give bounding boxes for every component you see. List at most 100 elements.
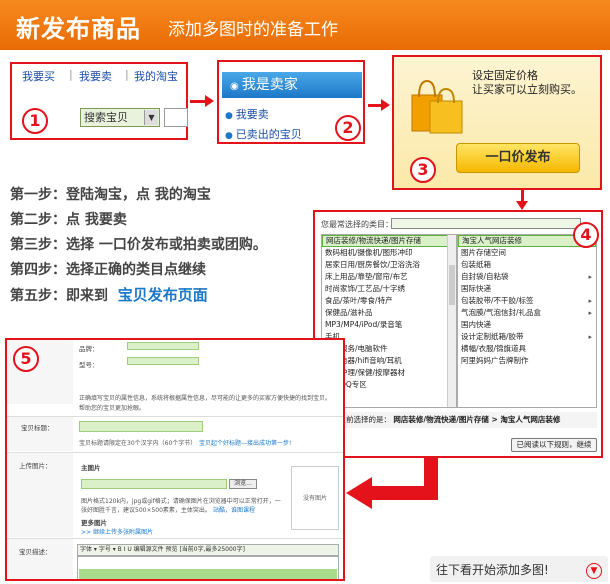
category-item-label: 包装胶带/不干胶/标签: [461, 296, 534, 305]
scrollbar-thumb[interactable]: [449, 265, 455, 305]
seller-header-label: 我是卖家: [241, 77, 298, 93]
category-item[interactable]: 居家日用/厨房餐饮/卫浴洗浴▸: [322, 259, 456, 271]
title-help-link[interactable]: 宝贝起个好标题—接出成功第一步!: [199, 438, 291, 447]
category-item-label: 国内快递: [461, 320, 491, 329]
category-item-label: 自封袋/自粘袋: [461, 272, 509, 281]
shopping-bag-icon: [411, 79, 463, 134]
category-item-label: 设计定制纸箱/胶带: [461, 332, 524, 341]
attribute-help: 正确填写宝贝的属性信息，系统将根据属性信息，尽可能的让更多的买家方便快捷的找到宝…: [79, 395, 332, 402]
continue-button[interactable]: 已阅读以下规则，继续: [511, 438, 597, 452]
fixed-price-publish-button[interactable]: 一口价发布: [456, 143, 580, 173]
category-item[interactable]: 图片存储空间: [458, 247, 596, 259]
seller-menu-box: ◉ 我是卖家 ● 我要卖 ● 已卖出的宝贝 2: [217, 60, 365, 144]
arrow-left-icon: [346, 477, 372, 509]
price-description: 设定固定价格 让买家可以立刻购买。: [472, 69, 582, 97]
step-5-text: 第五步：即来到: [10, 288, 108, 304]
arrow-right-icon: [205, 95, 214, 107]
seller-header[interactable]: ◉ 我是卖家: [222, 72, 362, 98]
bullet-icon: ●: [225, 111, 236, 121]
upload-label: 上传图片：: [19, 462, 52, 470]
main-image-label: 主图片: [81, 464, 101, 472]
title-input[interactable]: [79, 421, 203, 432]
category-item[interactable]: 国内快递: [458, 319, 596, 331]
category-item[interactable]: 阿里妈妈广告牌制作: [458, 355, 596, 367]
nav-link-sell[interactable]: 我要卖: [79, 68, 112, 84]
nav-link-my-taobao[interactable]: 我的淘宝: [134, 68, 178, 84]
category-list-secondary[interactable]: 淘宝人气网店装修 图片存储空间 包装纸箱 自封袋/自粘袋 ▸ 国际快递 包装胶带/不干胶/标…: [457, 234, 597, 408]
category-item[interactable]: 自封袋/自粘袋 ▸: [458, 271, 596, 283]
price-line1: 设定固定价格: [472, 69, 538, 82]
main-image-input[interactable]: [81, 479, 227, 489]
attribute-help-2: 帮助您的宝贝更加抢眼。: [79, 405, 146, 412]
category-prompt: 您最常选择的类目：: [321, 220, 393, 229]
chevron-down-icon[interactable]: ▼: [586, 563, 602, 579]
scrollbar[interactable]: [447, 235, 456, 407]
step-5: 第五步：即来到 宝贝发布页面: [10, 284, 208, 305]
category-item[interactable]: MP3/MP4/iPod/录音笔▸: [322, 319, 456, 331]
category-item[interactable]: 时尚家饰/工艺品/十字绣▸: [322, 283, 456, 295]
title-hint: 宝贝标题请限定在30个汉字内（60个字节）: [79, 440, 197, 447]
category-item[interactable]: 设计定制纸箱/胶带 ▸: [458, 331, 596, 343]
title-main: 新发布商品: [16, 15, 141, 43]
search-type-select[interactable]: 搜索宝贝 ▼: [80, 108, 160, 127]
category-item-label: 横幅/衣服/锦旗道具: [461, 344, 527, 353]
category-item[interactable]: 数码相机/摄像机/图形冲印▸: [322, 247, 456, 259]
category-item[interactable]: 包装胶带/不干胶/标签 ▸: [458, 295, 596, 307]
sub-link-label: 已卖出的宝贝: [235, 128, 302, 141]
category-item-label: 图片存储空间: [461, 248, 506, 257]
fixed-price-box: 设定固定价格 让买家可以立刻购买。 一口价发布 3: [392, 55, 602, 190]
upload-help-link[interactable]: 站酷，谁图课程: [213, 505, 255, 514]
category-item-label: 数码相机/摄像机/图形冲印: [325, 248, 413, 257]
step-badge-2: 2: [335, 115, 361, 141]
title-sub: 添加多图时的准备工作: [168, 20, 338, 40]
brand-select[interactable]: [127, 342, 199, 350]
chevron-right-icon: ▸: [588, 309, 592, 317]
more-images-label: 更多图片: [81, 519, 107, 527]
title-bar: 新发布商品 添加多图时的准备工作: [0, 0, 610, 50]
image-preview: 没有图片: [291, 466, 339, 530]
nav-separator: |: [125, 68, 129, 81]
chevron-right-icon: ▸: [588, 297, 592, 305]
search-input[interactable]: [164, 108, 188, 127]
publish-page-link[interactable]: 宝贝发布页面: [118, 286, 208, 304]
category-item-label: 食品/茶叶/零食/特产: [325, 296, 393, 305]
recent-category-select[interactable]: [391, 218, 581, 229]
category-item[interactable]: 食品/茶叶/零食/特产▸: [322, 295, 456, 307]
sub-link-sell[interactable]: ● 我要卖: [225, 106, 269, 122]
selected-path: 网店装修/物流快递/图片存储 > 淘宝人气网店装修: [393, 415, 561, 424]
editor-toolbar[interactable]: 字体 ▾ 字号 ▾ B I U 编辑源文件 预览 [当前0字,最多25000字]: [77, 544, 339, 556]
category-item[interactable]: 网店装修/物流快递/图片存储▸: [322, 235, 456, 247]
step-4: 第四步：选择正确的类目点继续: [10, 262, 206, 278]
category-item-label: 网店装修/物流快递/图片存储: [326, 236, 422, 245]
category-item-label: 保健品/滋补品: [325, 308, 373, 317]
category-item[interactable]: 保健品/滋补品▸: [322, 307, 456, 319]
category-item-label: 阿里妈妈广告牌制作: [461, 356, 529, 365]
upload-hint-2: 张好图胜千言，建议500×500素素，主体突出。: [81, 507, 211, 514]
more-images-link[interactable]: >> 继续上传多张附属图片: [81, 527, 153, 536]
taobao-nav-box: 我要买 | 我要卖 | 我的淘宝 搜索宝贝 ▼ 1: [10, 62, 188, 140]
arrow-right-icon: [381, 99, 390, 111]
step-badge-3: 3: [410, 157, 436, 183]
category-item-label: 时尚家饰/工艺品/十字绣: [325, 284, 406, 293]
browse-button[interactable]: 浏览...: [229, 479, 257, 489]
nav-link-buy[interactable]: 我要买: [22, 68, 55, 84]
sub-link-sold[interactable]: ● 已卖出的宝贝: [225, 126, 302, 142]
search-select-value: 搜索宝贝: [84, 111, 128, 124]
model-select[interactable]: [127, 357, 199, 365]
arrow-line: [190, 100, 206, 103]
brand-label: 品牌：: [79, 345, 99, 353]
step-3: 第三步：选择 一口价发布或拍卖或团购。: [10, 237, 267, 253]
category-item[interactable]: 横幅/衣服/锦旗道具: [458, 343, 596, 355]
arrow-line: [371, 486, 438, 500]
category-item[interactable]: 气泡膜/气泡信封/礼品盒 ▸: [458, 307, 596, 319]
editor-highlight: [79, 569, 337, 579]
model-label: 型号：: [79, 361, 99, 369]
selected-category-bar: 您当前选择的是： 网店装修/物流快递/图片存储 > 淘宝人气网店装修: [321, 412, 597, 428]
step-1: 第一步：登陆淘宝，点 我的淘宝: [10, 187, 211, 203]
category-item[interactable]: 国际快递: [458, 283, 596, 295]
category-item[interactable]: 床上用品/靠垫/窗帘/布艺▸: [322, 271, 456, 283]
category-item[interactable]: 包装纸箱: [458, 259, 596, 271]
category-item-label: 国际快递: [461, 284, 491, 293]
title-label: 宝贝标题：: [21, 424, 54, 432]
step-2: 第二步：点 我要卖: [10, 212, 127, 228]
